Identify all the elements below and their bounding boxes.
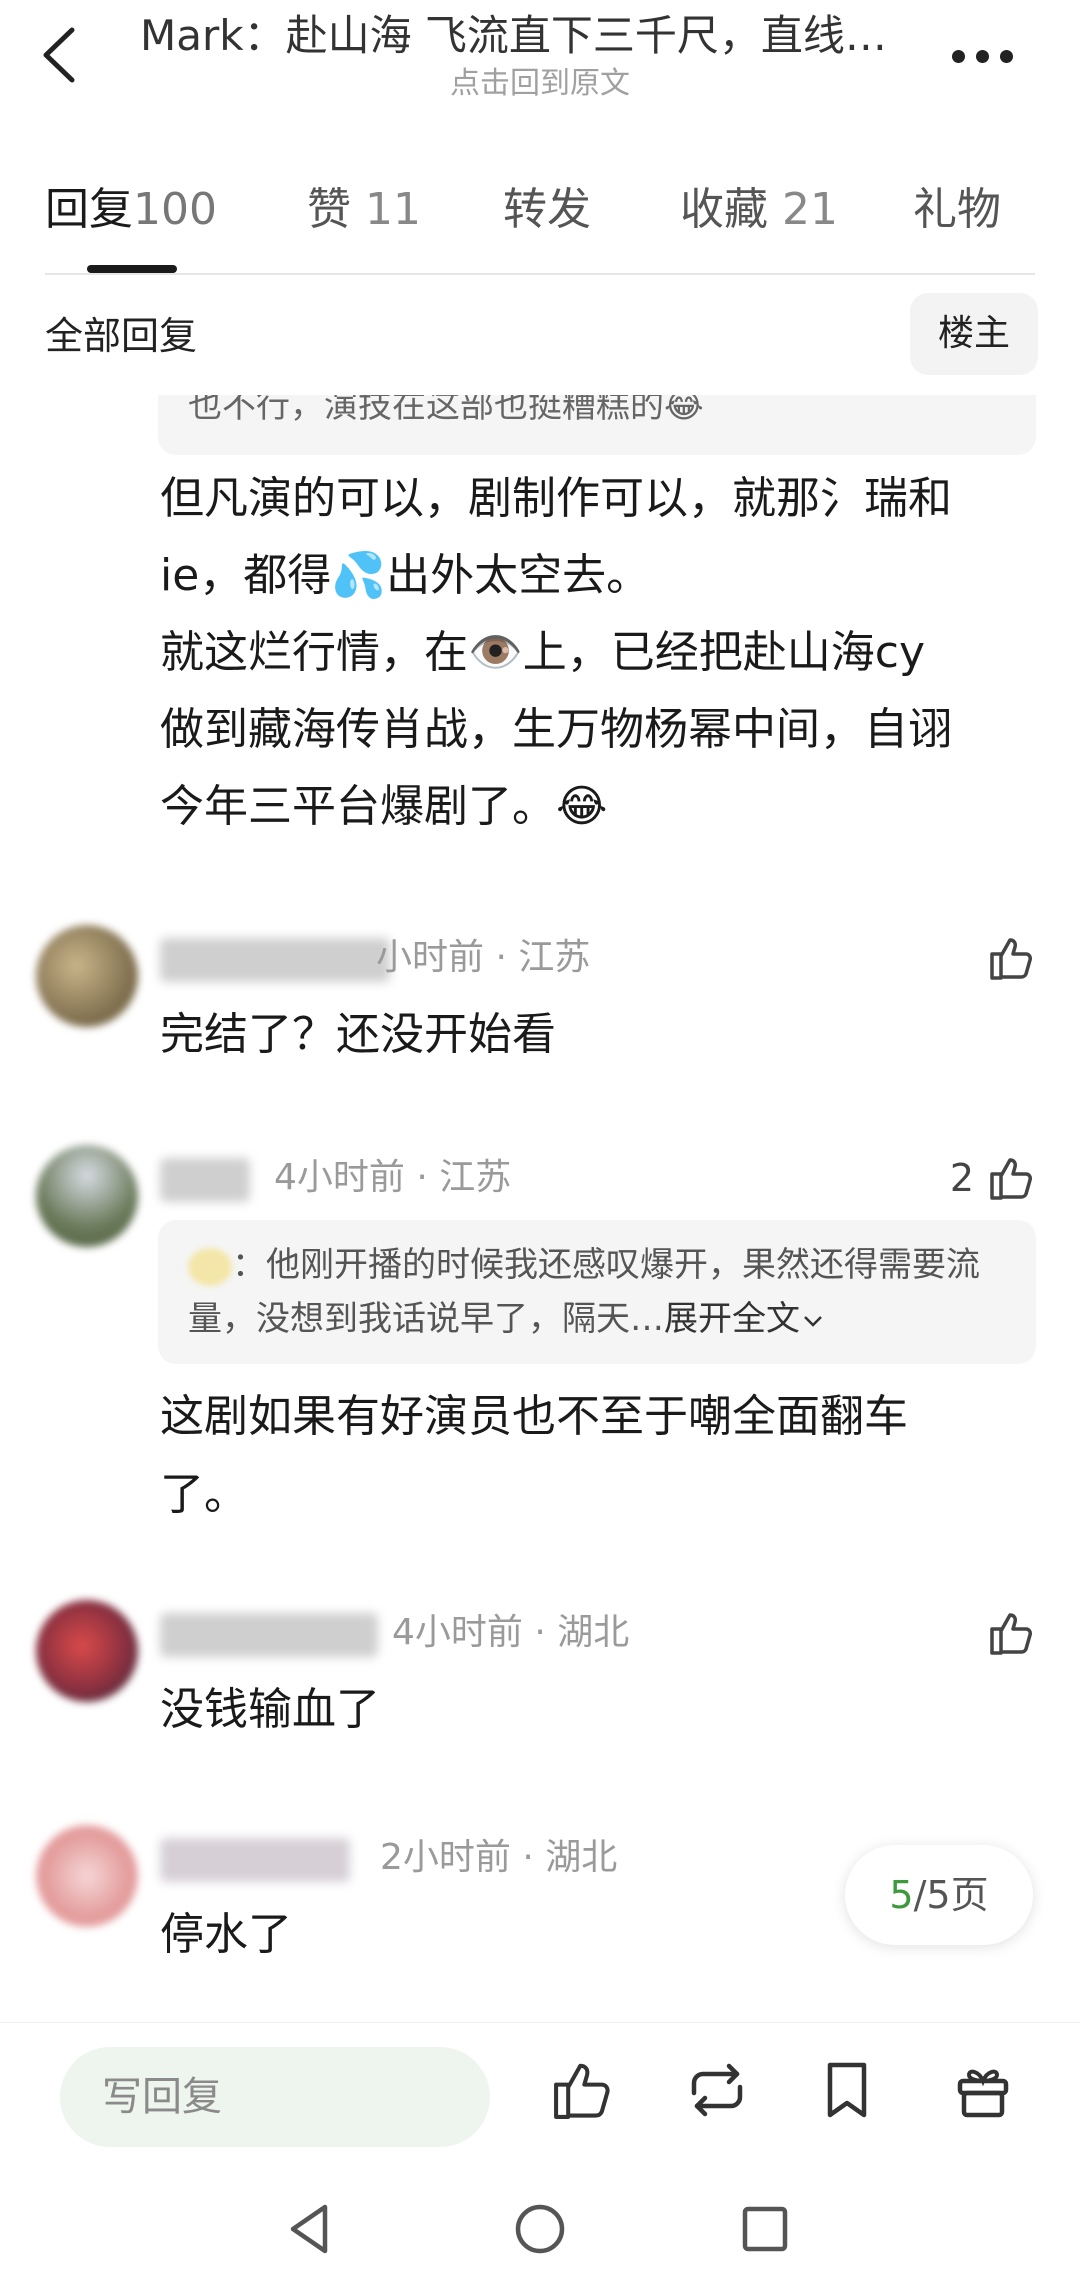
- comment-line: 但凡演的可以，剧制作可以，就那氵瑞和: [160, 473, 952, 524]
- like-count: 2: [949, 1156, 974, 1200]
- comment-item: 小时前 · 江苏 完结了？还没开始看: [0, 920, 1080, 1080]
- like-post-button[interactable]: [548, 2055, 618, 2125]
- comment-meta: 4小时前 · 江苏: [274, 1157, 512, 1198]
- bottom-action-bar: 写回复: [0, 2022, 1080, 2157]
- tab-gifts[interactable]: 礼物: [913, 180, 1001, 240]
- comment-meta: 小时前 · 江苏: [376, 937, 591, 978]
- page-indicator[interactable]: 5/5页: [845, 1845, 1033, 1945]
- avatar[interactable]: [36, 925, 138, 1027]
- comment-text: 停水了: [160, 1909, 292, 1960]
- quoted-reply[interactable]: 也不行，演技在这部也挺糟糕的😂: [158, 395, 1036, 455]
- thumbs-up-icon: [990, 1613, 1032, 1655]
- avatar[interactable]: [36, 1825, 138, 1927]
- quoted-reply[interactable]: ：他刚开播的时候我还感叹爆开，果然还得需要流量，没想到我话说早了，隔天…展开全文: [158, 1220, 1036, 1364]
- quoted-reply-text: ：他刚开播的时候我还感叹爆开，果然还得需要流量，没想到我话说早了，隔天…: [188, 1245, 980, 1339]
- tab-likes[interactable]: 赞 11: [307, 180, 421, 240]
- comment-line: 做到藏海传肖战，生万物杨幂中间，自诩: [160, 704, 952, 755]
- all-replies-label: 全部回复: [45, 314, 198, 358]
- bookmark-icon: [827, 2062, 867, 2118]
- thumbs-up-icon: [554, 2063, 610, 2119]
- username-blurred[interactable]: [160, 1838, 350, 1882]
- like-button[interactable]: [986, 928, 1038, 988]
- total-pages: /5页: [913, 1873, 989, 1917]
- active-tab-indicator: [87, 265, 177, 273]
- comment-line: 今年三平台爆剧了。😂: [160, 781, 608, 832]
- nav-recents-icon[interactable]: [730, 2194, 800, 2264]
- owner-filter-button[interactable]: 楼主: [910, 293, 1038, 375]
- tab-favorites[interactable]: 收藏 21: [680, 180, 838, 240]
- repost-icon: [691, 2063, 743, 2117]
- username-blurred[interactable]: [160, 1158, 250, 1202]
- thumbs-up-icon: [990, 938, 1032, 980]
- like-button[interactable]: [986, 1603, 1038, 1663]
- gift-icon: [957, 2069, 1009, 2118]
- nav-home-icon[interactable]: [505, 2194, 575, 2264]
- bookmark-button[interactable]: [812, 2055, 882, 2125]
- gift-button[interactable]: [948, 2055, 1018, 2125]
- chevron-down-icon: [804, 1315, 822, 1327]
- comment-body: 但凡演的可以，剧制作可以，就那氵瑞和 ie，都得💦出外太空去。 就这烂行情，在👁…: [160, 460, 1040, 845]
- comment-text: 完结了？还没开始看: [160, 1009, 556, 1060]
- nav-back-icon[interactable]: [275, 2194, 345, 2264]
- avatar[interactable]: [36, 1600, 138, 1702]
- tab-reposts[interactable]: 转发: [503, 180, 591, 240]
- more-options-icon[interactable]: [950, 38, 1016, 78]
- reply-input[interactable]: 写回复: [60, 2047, 490, 2147]
- comment-line: ie，都得💦出外太空去。: [160, 550, 651, 601]
- comment-line: 这剧如果有好演员也不至于嘲全面翻车: [160, 1391, 908, 1442]
- comment-item: 4小时前 · 湖北 没钱输血了: [0, 1595, 1080, 1755]
- comment-line: 就这烂行情，在👁️上，已经把赴山海cy: [160, 627, 926, 678]
- quoted-reply-text: 也不行，演技在这部也挺糟糕的😂: [188, 395, 704, 426]
- thumbs-up-icon: [990, 1158, 1032, 1200]
- comment-item: 4小时前 · 江苏 2 ：他刚开播的时候我还感叹爆开，果然还得需要流量，没想到我…: [0, 1140, 1080, 1540]
- username-blurred[interactable]: [160, 938, 390, 982]
- expand-full-text-link[interactable]: 展开全文: [664, 1299, 826, 1339]
- comment-line: 了。: [160, 1469, 248, 1520]
- like-button[interactable]: 2: [950, 1148, 1038, 1208]
- quoted-user-avatar: [188, 1247, 232, 1286]
- comment-meta: 4小时前 · 湖北: [392, 1612, 630, 1653]
- comment-meta: 2小时前 · 湖北: [380, 1837, 618, 1878]
- post-title[interactable]: Mark：赴山海 飞流直下三千尺，直线…: [140, 8, 940, 64]
- system-navigation-bar: [0, 2170, 1080, 2292]
- avatar[interactable]: [36, 1145, 138, 1247]
- comment-text: 这剧如果有好演员也不至于嘲全面翻车 了。: [160, 1378, 1040, 1534]
- comment-text: 没钱输血了: [160, 1684, 380, 1735]
- top-header: Mark：赴山海 飞流直下三千尺，直线… 点击回到原文: [0, 0, 1080, 120]
- current-page: 5: [889, 1873, 914, 1917]
- tab-bar: 回复100 赞 11 转发 收藏 21 礼物: [45, 165, 1035, 275]
- username-blurred[interactable]: [160, 1613, 378, 1657]
- back-to-original-link[interactable]: 点击回到原文: [0, 64, 1080, 104]
- repost-button[interactable]: [682, 2055, 752, 2125]
- tab-replies[interactable]: 回复100: [45, 180, 217, 240]
